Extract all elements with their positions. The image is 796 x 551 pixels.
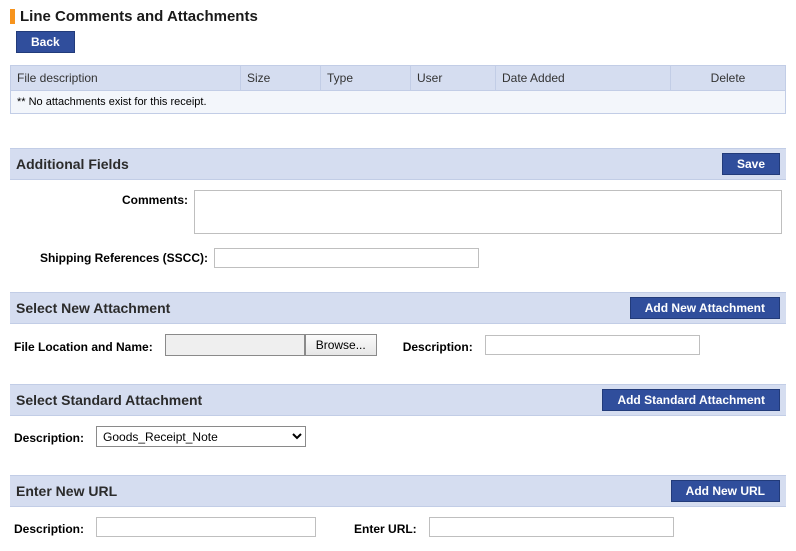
add-standard-attachment-button[interactable]: Add Standard Attachment (602, 389, 780, 411)
attachments-table: File description Size Type User Date Add… (10, 65, 786, 114)
file-location-input[interactable] (165, 334, 305, 356)
section-standard-attachment-body: Description: Goods_Receipt_Note (10, 416, 786, 453)
table-empty-row: ** No attachments exist for this receipt… (11, 91, 786, 114)
sscc-input[interactable] (214, 248, 479, 268)
comments-input[interactable] (194, 190, 782, 234)
section-new-url-body: Description: Enter URL: (10, 507, 786, 543)
sscc-label: Shipping References (SSCC): (14, 248, 214, 265)
attachment-description-label: Description: (403, 337, 479, 354)
table-header-row: File description Size Type User Date Add… (11, 66, 786, 91)
empty-message: ** No attachments exist for this receipt… (11, 91, 786, 114)
standard-desc-label: Description: (14, 428, 90, 445)
col-date-added: Date Added (496, 66, 671, 91)
section-standard-attachment-header: Select Standard Attachment Add Standard … (10, 384, 786, 416)
section-title: Select New Attachment (16, 300, 170, 316)
col-type: Type (321, 66, 411, 91)
page-title-text: Line Comments and Attachments (20, 8, 258, 25)
title-marker-icon (10, 9, 15, 24)
section-new-url-header: Enter New URL Add New URL (10, 475, 786, 507)
section-additional-fields-header: Additional Fields Save (10, 148, 786, 180)
section-new-attachment-header: Select New Attachment Add New Attachment (10, 292, 786, 324)
section-new-attachment-body: File Location and Name: Browse... Descri… (10, 324, 786, 362)
section-title: Additional Fields (16, 156, 129, 172)
add-new-attachment-button[interactable]: Add New Attachment (630, 297, 780, 319)
back-button[interactable]: Back (16, 31, 75, 53)
url-desc-input[interactable] (96, 517, 316, 537)
attachment-description-input[interactable] (485, 335, 700, 355)
file-location-label: File Location and Name: (14, 337, 159, 354)
col-user: User (411, 66, 496, 91)
save-button[interactable]: Save (722, 153, 780, 175)
url-label: Enter URL: (354, 519, 423, 536)
url-input[interactable] (429, 517, 674, 537)
col-file-description: File description (11, 66, 241, 91)
section-additional-fields-body: Comments: Shipping References (SSCC): (10, 180, 786, 274)
col-size: Size (241, 66, 321, 91)
col-delete: Delete (671, 66, 786, 91)
browse-button[interactable]: Browse... (305, 334, 377, 356)
page-title: Line Comments and Attachments (10, 8, 786, 25)
comments-label: Comments: (14, 190, 194, 207)
add-new-url-button[interactable]: Add New URL (671, 480, 780, 502)
section-title: Select Standard Attachment (16, 392, 202, 408)
standard-desc-select[interactable]: Goods_Receipt_Note (96, 426, 306, 447)
url-desc-label: Description: (14, 519, 90, 536)
section-title: Enter New URL (16, 483, 117, 499)
